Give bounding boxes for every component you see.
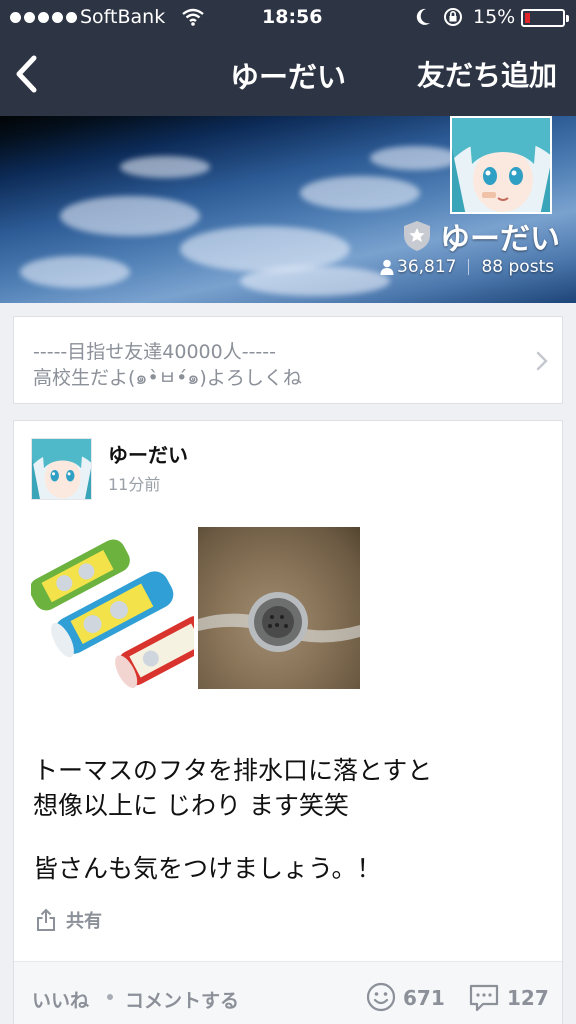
nav-bar: ゆーだい 友だち追加 [0, 36, 576, 116]
post-text-line-2: 想像以上に じわり ます笑笑 [33, 791, 349, 820]
battery-percent: 15% [473, 6, 516, 28]
person-icon [380, 259, 394, 275]
comment-count[interactable]: 127 [507, 986, 549, 1010]
battery-level [525, 13, 530, 23]
profile-name: ゆーだい [440, 222, 560, 257]
post-author-name[interactable]: ゆーだい [108, 439, 188, 468]
add-friend-button[interactable]: 友だち追加 [417, 54, 557, 94]
like-count[interactable]: 671 [403, 986, 445, 1010]
smile-icon[interactable] [366, 982, 396, 1012]
post-text-line-3: 皆さんも気をつけましょう。！ [33, 854, 382, 883]
wifi-icon [182, 8, 204, 26]
signal-dots-icon [10, 12, 77, 23]
comment-button[interactable]: コメントする [125, 986, 239, 1013]
post-actions-bar: いいね コメントする 671 127 [14, 961, 562, 1024]
bio-line-1: -----目指せ友達40000人----- [33, 341, 277, 363]
status-bar: SoftBank 18:56 15% [0, 0, 576, 36]
post-timestamp: 11分前 [108, 475, 161, 494]
post-author-avatar[interactable] [31, 438, 92, 500]
separator-dot [107, 994, 113, 1000]
share-icon [37, 908, 55, 931]
cover-photo: ゆーだい 36,817 88 posts [0, 116, 576, 303]
carrier-label: SoftBank [80, 6, 166, 28]
comment-bubble-icon[interactable] [469, 984, 499, 1012]
profile-bio[interactable]: -----目指せ友達40000人----- 高校生だよ(๑•̀ㅂ•́๑)よろしく… [13, 316, 563, 404]
profile-avatar[interactable] [450, 116, 552, 214]
like-button[interactable]: いいね [32, 986, 89, 1013]
moon-icon [416, 8, 430, 25]
profile-stats: 36,817 88 posts [380, 257, 554, 277]
posts-count: 88 posts [481, 257, 555, 277]
star-shield-icon [404, 221, 430, 251]
bio-line-2: 高校生だよ(๑•̀ㅂ•́๑)よろしくね [33, 367, 302, 389]
orientation-lock-icon [444, 8, 462, 26]
share-button[interactable]: 共有 [36, 907, 102, 933]
post-photo-1[interactable] [31, 527, 194, 689]
chevron-right-icon [536, 351, 548, 371]
timeline-post: ゆーだい 11分前 トーマスのフタを排水口に落とすと 想像以上に じわり ます笑… [13, 420, 563, 1024]
post-text-line-1: トーマスのフタを排水口に落とすと [33, 756, 433, 785]
battery-icon [521, 9, 569, 27]
post-photo-2[interactable] [198, 527, 360, 689]
top-bar: SoftBank 18:56 15% ゆーだい 友だち追加 [0, 0, 576, 116]
friends-count: 36,817 [397, 257, 457, 277]
share-label: 共有 [66, 911, 102, 932]
status-time: 18:56 [262, 6, 323, 28]
